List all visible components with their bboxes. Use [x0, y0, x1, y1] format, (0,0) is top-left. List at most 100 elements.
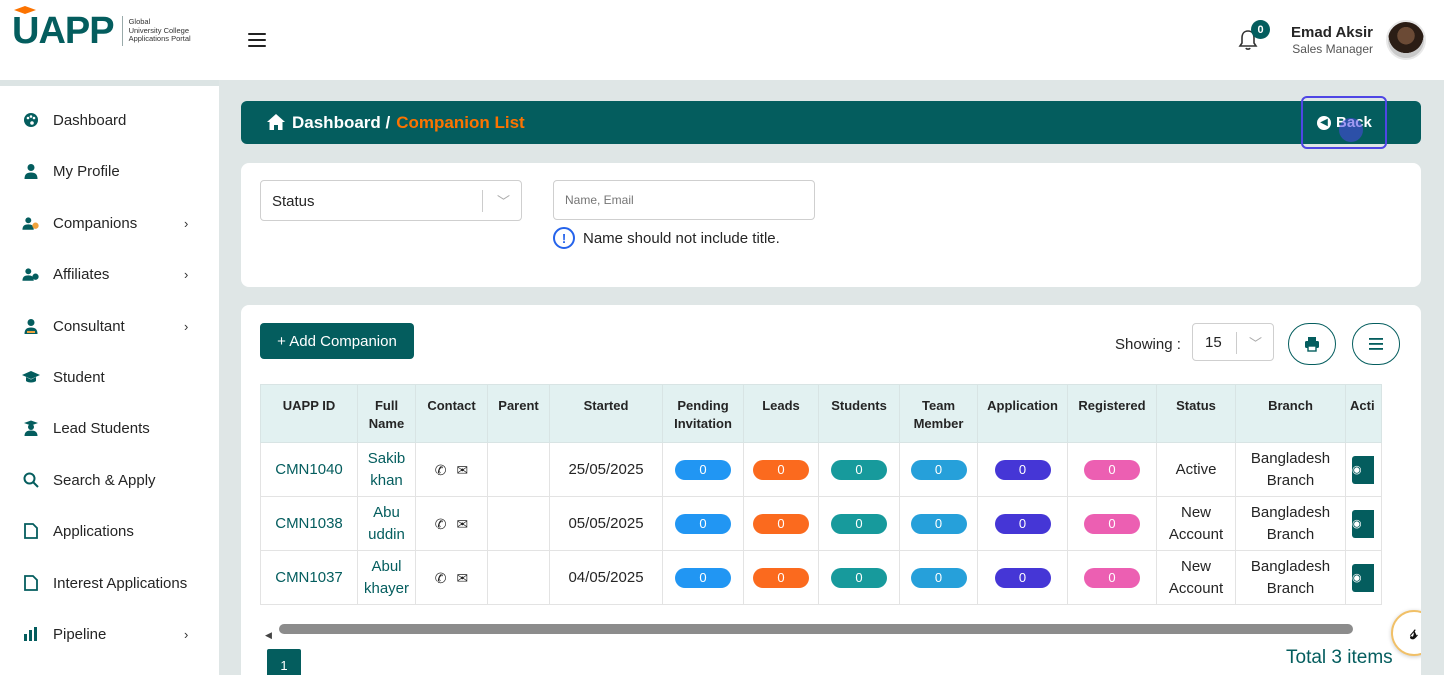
envelope-icon[interactable]: ✉ — [457, 513, 469, 535]
sidebar-item-my-profile[interactable]: My Profile — [0, 149, 219, 193]
uapp-id-link[interactable]: CMN1037 — [275, 569, 343, 586]
pagination-page-1[interactable]: 1 — [267, 649, 301, 675]
page-size-value: 15 — [1205, 334, 1222, 351]
phone-icon[interactable]: ✆ — [435, 513, 447, 535]
column-header[interactable]: Branch — [1235, 384, 1347, 443]
registered-badge[interactable]: 0 — [1084, 567, 1141, 588]
column-header[interactable]: Parent — [487, 384, 551, 443]
pending-invitation-badge[interactable]: 0 — [675, 567, 732, 588]
students-badge[interactable]: 0 — [831, 513, 888, 534]
team-member-badge[interactable]: 0 — [910, 459, 967, 480]
full-name-link[interactable]: Abu uddin — [368, 504, 405, 543]
feather-icon: 𝓈 — [1410, 621, 1418, 644]
sidebar-item-interest-applications[interactable]: Interest Applications — [0, 561, 219, 605]
team-member-badge[interactable]: 0 — [910, 567, 967, 588]
search-input[interactable] — [553, 180, 815, 220]
uapp-id-link[interactable]: CMN1038 — [275, 515, 343, 532]
status-cell: New Account — [1156, 550, 1237, 605]
print-button[interactable] — [1288, 323, 1336, 365]
started-cell: 04/05/2025 — [549, 550, 664, 605]
page-size-select[interactable]: 15 ﹀ — [1192, 323, 1274, 361]
user-name[interactable]: Emad Aksir — [1291, 24, 1373, 41]
registered-badge[interactable]: 0 — [1084, 513, 1141, 534]
status-select[interactable]: Status ﹀ — [260, 180, 522, 221]
column-header[interactable]: Team Member — [899, 384, 979, 443]
students-badge[interactable]: 0 — [831, 567, 888, 588]
full-name-link[interactable]: Sakib khan — [368, 450, 406, 489]
column-header[interactable]: Leads — [743, 384, 820, 443]
scroll-left-arrow-icon[interactable]: ◀ — [265, 630, 272, 641]
column-header[interactable]: Acti — [1345, 384, 1383, 443]
column-header[interactable]: UAPP ID — [260, 384, 358, 443]
palette-icon — [22, 111, 40, 129]
column-header[interactable]: Application — [977, 384, 1069, 443]
sidebar-item-search-apply[interactable]: Search & Apply — [0, 458, 219, 502]
sidebar-item-dashboard[interactable]: Dashboard — [0, 98, 219, 142]
uapp-logo[interactable]: UAPP Global University College Applicati… — [12, 6, 191, 52]
pending-invitation-badge[interactable]: 0 — [675, 513, 732, 534]
column-header[interactable]: Registered — [1067, 384, 1158, 443]
home-icon[interactable] — [266, 113, 286, 131]
sidebar-item-consultant[interactable]: Consultant › — [0, 304, 219, 348]
logo-text: UAPP — [12, 10, 115, 52]
envelope-icon[interactable]: ✉ — [457, 567, 469, 589]
horizontal-scrollbar[interactable] — [279, 624, 1353, 634]
sidebar-item-affiliates[interactable]: Affiliates › — [0, 252, 219, 296]
leads-badge[interactable]: 0 — [753, 513, 810, 534]
breadcrumb-root[interactable]: Dashboard / — [292, 113, 390, 132]
table-row: CMN1040 Sakib khan ✆ ✉ 25/05/2025 0 0 0 0… — [260, 442, 1383, 497]
sidebar: Dashboard My Profile Companions › Affili… — [0, 80, 219, 675]
chevron-right-icon: › — [184, 626, 189, 642]
sidebar-item-label: Student — [53, 368, 105, 386]
companion-table: UAPP ID Full Name Contact Parent Started… — [260, 384, 1383, 605]
table-row: CMN1038 Abu uddin ✆ ✉ 05/05/2025 0 0 0 0 … — [260, 496, 1383, 551]
arrow-left-circle-icon: ◀ — [1317, 115, 1331, 130]
sidebar-item-student[interactable]: Student — [0, 355, 219, 399]
full-name-link[interactable]: Abul khayer — [364, 558, 409, 597]
leads-badge[interactable]: 0 — [753, 567, 810, 588]
column-header[interactable]: Pending Invitation — [662, 384, 745, 443]
logo-sub-line: Applications Portal — [128, 34, 191, 44]
students-badge[interactable]: 0 — [831, 459, 888, 480]
application-badge[interactable]: 0 — [994, 567, 1051, 588]
branch-cell: Bangladesh Branch — [1235, 496, 1347, 551]
column-header[interactable]: Started — [549, 384, 664, 443]
select-separator — [482, 190, 483, 212]
uapp-id-link[interactable]: CMN1040 — [275, 461, 343, 478]
leads-badge[interactable]: 0 — [753, 459, 810, 480]
column-menu-button[interactable] — [1352, 323, 1400, 365]
column-header[interactable]: Students — [818, 384, 901, 443]
column-header[interactable]: Contact — [415, 384, 489, 443]
top-header: UAPP Global University College Applicati… — [0, 0, 1444, 80]
floating-help-button[interactable]: 𝓈 — [1391, 610, 1421, 656]
sidebar-item-lead-students[interactable]: Lead Students — [0, 406, 219, 450]
sidebar-item-label: Search & Apply — [53, 471, 156, 489]
add-companion-button[interactable]: + Add Companion — [260, 323, 414, 359]
select-separator — [1236, 332, 1237, 354]
phone-icon[interactable]: ✆ — [435, 567, 447, 589]
application-badge[interactable]: 0 — [994, 513, 1051, 534]
sidebar-item-label: Dashboard — [53, 111, 127, 129]
sidebar-item-applications[interactable]: Applications — [0, 509, 219, 553]
sidebar-item-label: My Profile — [53, 162, 120, 180]
back-button[interactable]: ◀ Back — [1301, 96, 1387, 149]
logo-subtitle: Global University College Applications P… — [129, 18, 191, 44]
file-icon — [22, 522, 40, 540]
avatar[interactable] — [1386, 20, 1426, 60]
column-header[interactable]: Full Name — [356, 384, 417, 443]
envelope-icon[interactable]: ✉ — [457, 459, 469, 481]
chevron-right-icon: › — [184, 215, 189, 231]
phone-icon[interactable]: ✆ — [435, 459, 447, 481]
registered-badge[interactable]: 0 — [1084, 459, 1141, 480]
pending-invitation-badge[interactable]: 0 — [675, 459, 732, 480]
column-header[interactable]: Status — [1156, 384, 1237, 443]
application-badge[interactable]: 0 — [994, 459, 1051, 480]
sidebar-item-pipeline[interactable]: Pipeline › — [0, 612, 219, 656]
view-action-button[interactable]: ◉ — [1352, 509, 1375, 538]
sidebar-item-companions[interactable]: Companions › — [0, 201, 219, 245]
view-action-button[interactable]: ◉ — [1352, 455, 1375, 484]
menu-toggle-icon[interactable] — [248, 33, 266, 47]
view-action-button[interactable]: ◉ — [1352, 563, 1375, 592]
team-member-badge[interactable]: 0 — [910, 513, 967, 534]
branch-cell: Bangladesh Branch — [1235, 442, 1347, 497]
